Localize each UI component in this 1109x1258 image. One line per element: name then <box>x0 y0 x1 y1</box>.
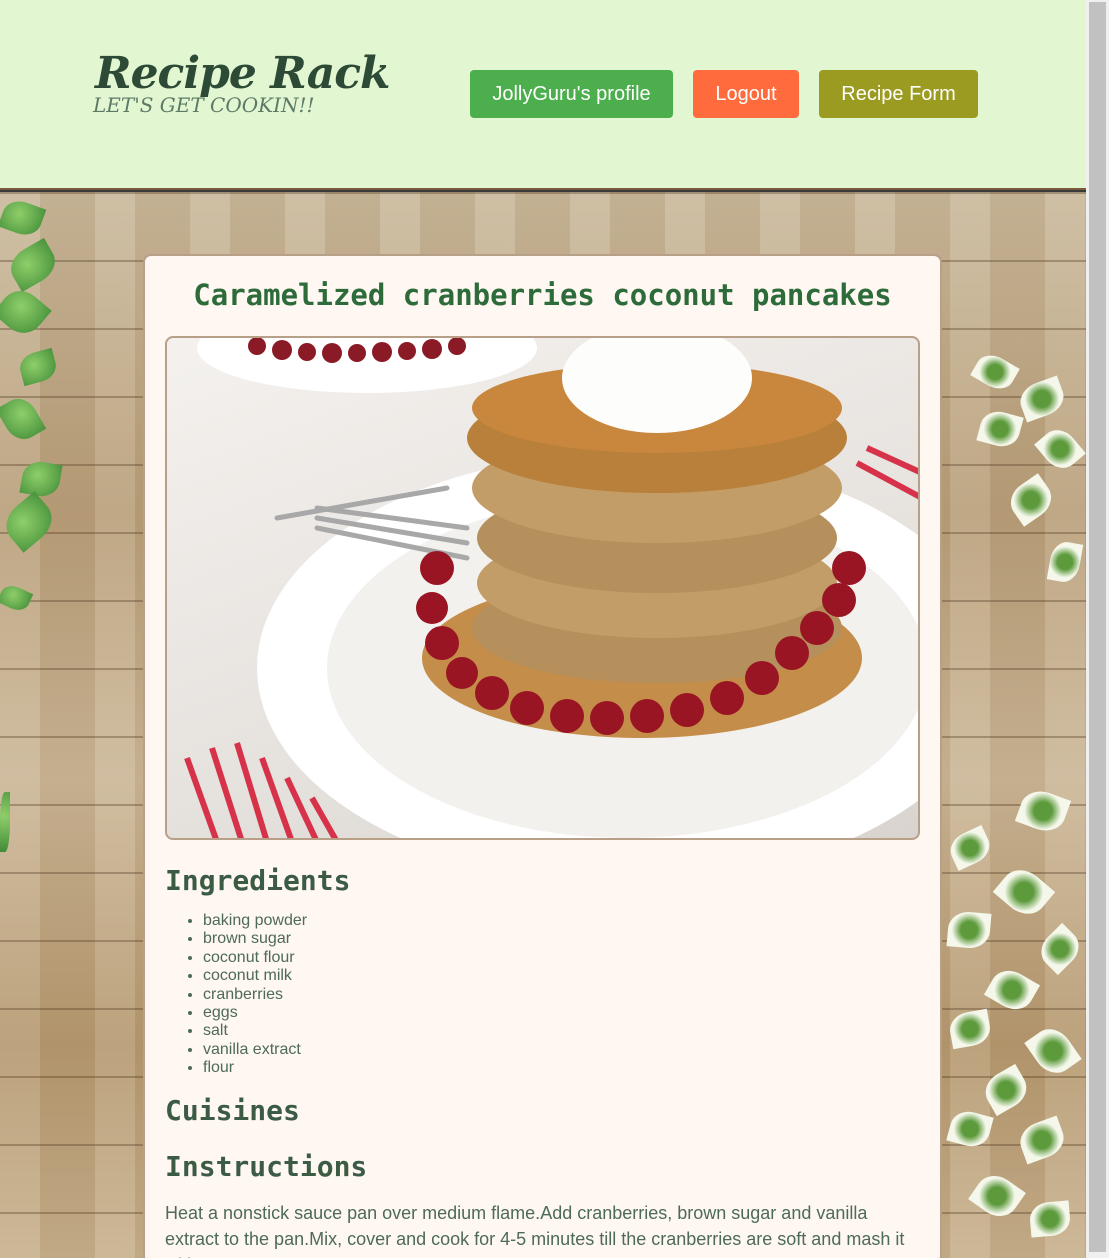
scrollbar-thumb[interactable] <box>1089 2 1106 1252</box>
leaf-decoration <box>992 861 1056 923</box>
leaf-decoration <box>947 1008 993 1050</box>
instructions-heading: Instructions <box>165 1150 368 1183</box>
ingredient-item: brown sugar <box>203 930 307 948</box>
ingredient-item: salt <box>203 1022 307 1040</box>
leaf-decoration <box>16 347 60 387</box>
ingredient-item: vanilla extract <box>203 1041 307 1059</box>
leaf-decoration <box>1014 785 1072 837</box>
leaf-decoration <box>1003 473 1059 527</box>
leaf-decoration <box>968 1167 1026 1225</box>
ingredients-list: baking powder brown sugar coconut flour … <box>203 912 307 1078</box>
leaf-decoration <box>946 910 992 950</box>
leaf-decoration <box>1015 1115 1069 1165</box>
recipe-card: Caramelized cranberries coconut pancakes <box>143 254 942 1258</box>
ingredient-item: eggs <box>203 1004 307 1022</box>
leaf-decoration <box>0 282 52 342</box>
leaf-decoration <box>19 458 63 500</box>
instructions-text: Heat a nonstick sauce pan over medium fl… <box>165 1203 905 1258</box>
pancake-image <box>184 338 918 838</box>
leaf-decoration <box>1015 375 1069 423</box>
nav-bar: JollyGuru's profile Logout Recipe Form <box>470 70 978 118</box>
ingredient-item: cranberries <box>203 986 307 1004</box>
leaf-decoration <box>978 1063 1034 1117</box>
leaf-decoration <box>1034 422 1086 476</box>
leaf-decoration <box>1046 539 1084 585</box>
recipe-title: Caramelized cranberries coconut pancakes <box>193 278 892 312</box>
leaf-decoration <box>983 963 1041 1017</box>
leaf-decoration <box>0 196 47 240</box>
ingredient-item: coconut flour <box>203 949 307 967</box>
brand: Recipe Rack LET'S GET COOKIN!! <box>93 48 391 117</box>
leaf-decoration <box>1024 1021 1082 1081</box>
leaf-decoration <box>945 825 995 871</box>
brand-title[interactable]: Recipe Rack <box>95 48 391 99</box>
leaf-decoration <box>0 581 34 615</box>
ingredient-item: flour <box>203 1059 307 1077</box>
profile-button[interactable]: JollyGuru's profile <box>470 70 673 118</box>
cuisines-heading: Cuisines <box>165 1094 300 1127</box>
leaf-decoration <box>946 1107 994 1151</box>
ingredients-heading: Ingredients <box>165 864 351 897</box>
leaf-decoration <box>0 792 10 852</box>
leaf-decoration <box>0 392 47 446</box>
recipe-form-button[interactable]: Recipe Form <box>819 70 978 118</box>
ingredient-item: baking powder <box>203 912 307 930</box>
leaf-decoration <box>4 237 62 293</box>
leaf-decoration <box>1028 1200 1072 1238</box>
recipe-photo <box>165 336 920 840</box>
leaf-decoration <box>0 491 61 553</box>
logout-button[interactable]: Logout <box>693 70 799 118</box>
page-scrollbar[interactable] <box>1086 0 1109 1258</box>
leaf-decoration <box>976 407 1024 451</box>
site-header: Recipe Rack LET'S GET COOKIN!! JollyGuru… <box>0 0 1086 190</box>
leaf-decoration <box>970 349 1020 395</box>
ingredient-item: coconut milk <box>203 967 307 985</box>
leaf-decoration <box>1033 922 1087 976</box>
